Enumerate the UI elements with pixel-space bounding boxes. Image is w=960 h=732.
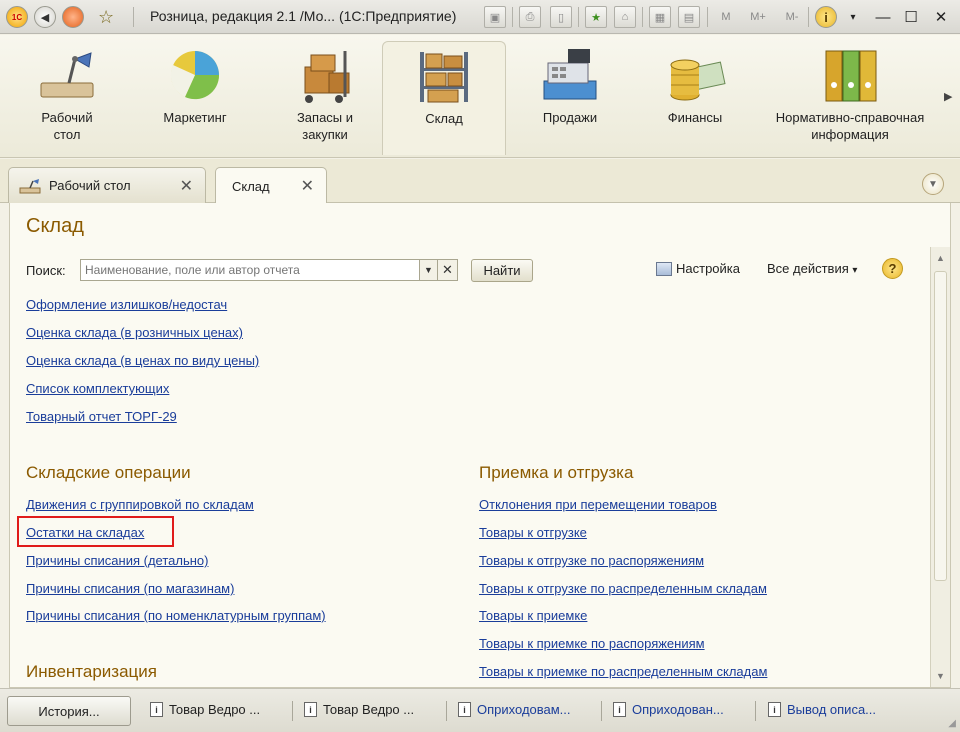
- memory-m-button[interactable]: M: [715, 6, 737, 28]
- scroll-down-icon[interactable]: ▼: [931, 667, 950, 685]
- section-stock-purchases[interactable]: Запасы и закупки: [270, 41, 380, 155]
- section-desktop[interactable]: Рабочий стол: [12, 41, 122, 155]
- settings-button[interactable]: Настройка: [656, 261, 740, 276]
- tab-desktop[interactable]: Рабочий стол ✕: [8, 167, 206, 203]
- save-icon[interactable]: ▣: [484, 6, 506, 28]
- home-icon[interactable]: ⌂: [614, 6, 636, 28]
- info-doc-icon: i: [768, 702, 781, 717]
- group-title-warehouse-ops: Складские операции: [26, 463, 191, 482]
- desk-lamp-icon: [19, 178, 41, 194]
- all-actions-menu[interactable]: Все действия ▾: [767, 261, 857, 276]
- forward-icon[interactable]: [62, 5, 84, 29]
- report-link[interactable]: Товары к приемке по распределенным склад…: [479, 664, 767, 679]
- back-icon[interactable]: ◀: [34, 5, 56, 29]
- settings-window-icon: [656, 261, 672, 276]
- info-doc-icon: i: [458, 702, 471, 717]
- cash-register-icon: [538, 45, 602, 105]
- tab-warehouse[interactable]: Склад ✕: [215, 167, 327, 204]
- window-item[interactable]: i Товар Ведро ...: [150, 702, 260, 717]
- help-icon[interactable]: ?: [882, 258, 903, 279]
- info-doc-icon: i: [150, 702, 163, 717]
- section-panel: Рабочийстол Маркетинг Запасы изакупки: [0, 35, 960, 158]
- print-icon[interactable]: ⎙: [519, 6, 541, 28]
- close-icon[interactable]: ✕: [180, 176, 193, 196]
- clear-icon[interactable]: ✕: [438, 259, 458, 281]
- scroll-up-icon[interactable]: ▲: [931, 249, 950, 267]
- report-link[interactable]: Отклонения при перемещении товаров: [479, 497, 717, 512]
- search-label: Поиск:: [26, 263, 66, 278]
- window-item[interactable]: i Товар Ведро ...: [304, 702, 414, 717]
- info-doc-icon: i: [304, 702, 317, 717]
- boxes-cart-icon: [293, 45, 357, 105]
- find-button[interactable]: Найти: [471, 259, 533, 282]
- memory-plus-button[interactable]: M+: [744, 6, 772, 28]
- report-link[interactable]: Товарный отчет ТОРГ-29: [26, 409, 177, 424]
- favorites-star-icon[interactable]: ☆: [98, 5, 114, 29]
- report-link[interactable]: Товары к отгрузке: [479, 525, 587, 540]
- info-icon[interactable]: i: [815, 5, 837, 29]
- section-reference-info[interactable]: Нормативно-справочная информация: [765, 41, 935, 155]
- tabs-menu-chevron-icon[interactable]: ▼: [922, 173, 944, 195]
- section-marketing[interactable]: Маркетинг: [140, 41, 250, 155]
- resize-grip-icon[interactable]: ◢: [948, 718, 956, 729]
- section-finance[interactable]: Финансы: [640, 41, 750, 155]
- binders-icon: [818, 45, 882, 105]
- scroll-thumb[interactable]: [934, 271, 947, 581]
- report-link[interactable]: Причины списания (по магазинам): [26, 581, 234, 596]
- chevron-right-icon[interactable]: ▶: [944, 90, 956, 110]
- vertical-scrollbar[interactable]: ▲ ▼: [930, 247, 950, 687]
- document-icon[interactable]: ▯: [550, 6, 572, 28]
- report-link[interactable]: Товары к отгрузке по распределенным скла…: [479, 581, 767, 596]
- section-warehouse[interactable]: Склад: [382, 41, 506, 155]
- app-logo-icon[interactable]: 1С: [6, 5, 28, 29]
- tab-warehouse-label: Склад: [232, 178, 270, 194]
- report-link[interactable]: Причины списания (по номенклатурным груп…: [26, 608, 326, 623]
- tab-bar: Рабочий стол ✕ Склад ✕ ▼: [0, 159, 960, 204]
- desk-lamp-icon: [35, 45, 99, 105]
- chevron-down-icon[interactable]: ▼: [420, 259, 438, 281]
- highlight-box: [17, 516, 174, 547]
- close-window-button[interactable]: ✕: [930, 6, 952, 28]
- minimize-button[interactable]: —: [872, 6, 894, 28]
- page-title: Склад: [26, 215, 84, 237]
- report-link[interactable]: Товары к приемке по распоряжениям: [479, 636, 705, 651]
- calculator-icon[interactable]: ▤: [678, 6, 700, 28]
- window-title: Розница, редакция 2.1 /Мо... (1С:Предпри…: [150, 8, 457, 24]
- report-panel: Склад Поиск: ▼ ✕ Найти Настройка Все дей…: [9, 203, 951, 688]
- search-input[interactable]: [80, 259, 420, 281]
- group-title-receiving-shipping: Приемка и отгрузка: [479, 463, 634, 482]
- history-button[interactable]: История...: [7, 696, 131, 726]
- open-windows-bar: История... i Товар Ведро ... i Товар Ведро…: [0, 688, 960, 732]
- report-link[interactable]: Причины списания (детально): [26, 553, 208, 568]
- report-link[interactable]: Движения с группировкой по складам: [26, 497, 254, 512]
- coins-icon: [663, 45, 727, 105]
- report-link[interactable]: Оформление излишков/недостач: [26, 297, 227, 312]
- tab-desktop-label: Рабочий стол: [49, 178, 131, 193]
- report-link[interactable]: Оценка склада (в ценах по виду цены): [26, 353, 259, 368]
- title-bar: 1С ◀ ☆ Розница, редакция 2.1 /Мо... (1С:…: [0, 0, 960, 34]
- report-link[interactable]: Список комплектующих: [26, 381, 169, 396]
- chevron-down-icon[interactable]: ▾: [842, 6, 864, 28]
- section-sales[interactable]: Продажи: [515, 41, 625, 155]
- window-item[interactable]: i Оприходован...: [613, 702, 724, 717]
- window-item[interactable]: i Вывод описа...: [768, 702, 876, 717]
- warehouse-shelves-icon: [412, 46, 476, 106]
- report-link[interactable]: Оценка склада (в розничных ценах): [26, 325, 243, 340]
- window-item[interactable]: i Оприходовам...: [458, 702, 571, 717]
- group-title-inventory: Инвентаризация: [26, 662, 157, 681]
- memory-minus-button[interactable]: M-: [778, 6, 806, 28]
- maximize-button[interactable]: ☐: [900, 6, 922, 28]
- report-link[interactable]: Товары к приемке: [479, 608, 587, 623]
- pie-chart-icon: [163, 45, 227, 105]
- add-favorite-icon[interactable]: ★: [585, 6, 607, 28]
- info-doc-icon: i: [613, 702, 626, 717]
- calendar-icon[interactable]: ▦: [649, 6, 671, 28]
- close-icon[interactable]: ✕: [301, 176, 314, 196]
- report-link[interactable]: Товары к отгрузке по распоряжениям: [479, 553, 704, 568]
